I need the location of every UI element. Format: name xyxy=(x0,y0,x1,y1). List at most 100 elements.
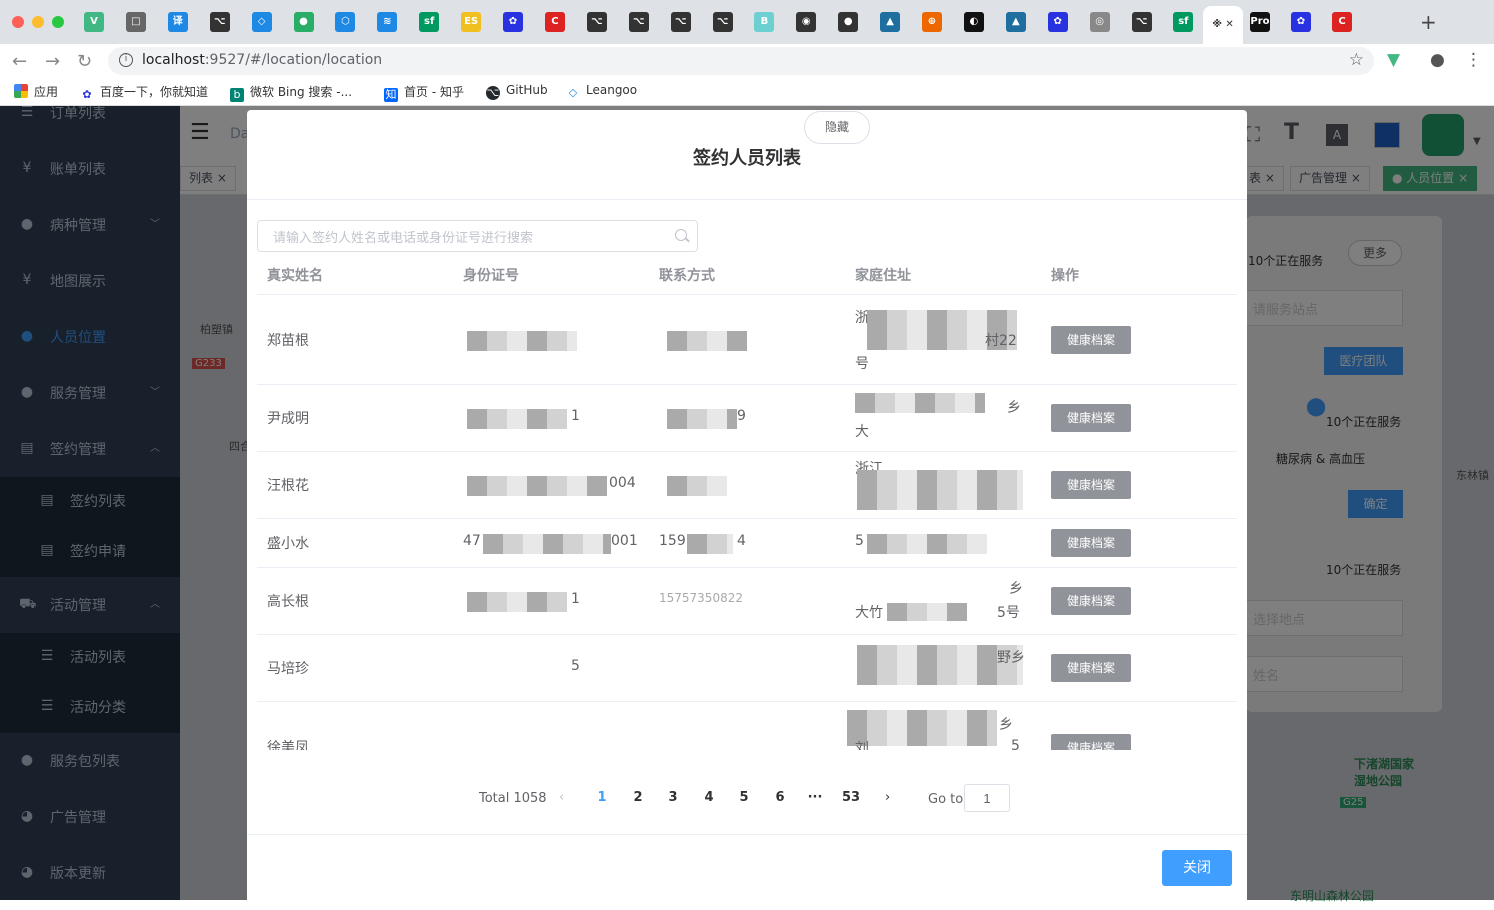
browser-tab[interactable]: ✿ xyxy=(1291,12,1311,32)
phone-cell: 4 xyxy=(737,533,746,549)
browser-tab[interactable]: ≋ xyxy=(377,12,398,32)
browser-tab-active[interactable]: ※ ✕ xyxy=(1203,6,1243,44)
table-row[interactable]: 盛小水 47 001 159 4 5 健康档案 xyxy=(257,519,1237,568)
redacted-address xyxy=(855,393,985,413)
browser-tab[interactable]: ⌥ xyxy=(670,12,691,32)
contract-people-dialog: 隐藏 签约人员列表 真实姓名 身份证号 联系方式 家庭住址 操作 郑苗根 浙 村… xyxy=(247,110,1247,910)
browser-tab[interactable]: C xyxy=(544,12,565,32)
browser-tab[interactable]: ◉ xyxy=(796,12,817,32)
close-button[interactable]: 关闭 xyxy=(1162,850,1232,886)
browser-tab[interactable]: ▲ xyxy=(1005,12,1026,32)
health-record-button[interactable]: 健康档案 xyxy=(1051,471,1131,499)
column-header[interactable]: 家庭住址 xyxy=(855,265,911,285)
table-row[interactable]: 马培珍 5 野乡 健康档案 xyxy=(257,635,1237,702)
new-tab-button[interactable]: + xyxy=(1420,10,1437,34)
health-record-button[interactable]: 健康档案 xyxy=(1051,587,1131,615)
browser-tab[interactable]: ◐ xyxy=(963,12,984,32)
table-row[interactable]: 徐美凤 乡 刘 5 健康档案 xyxy=(257,702,1237,750)
url-text[interactable]: localhost:9527/#/location/location xyxy=(142,52,382,68)
browser-tab[interactable]: ⌥ xyxy=(209,12,230,32)
minimize-window-button[interactable] xyxy=(32,16,44,28)
page-5[interactable]: 5 xyxy=(732,790,756,805)
browser-tab[interactable]: ⌥ xyxy=(712,12,733,32)
url-bar[interactable]: i localhost:9527/#/location/location ☆ xyxy=(108,47,1374,75)
page-2[interactable]: 2 xyxy=(626,790,650,805)
back-arrow-icon[interactable]: ← xyxy=(12,51,27,72)
profile-icon[interactable]: ● xyxy=(1430,50,1445,70)
goto-label: Go to xyxy=(928,792,964,807)
column-header[interactable]: 联系方式 xyxy=(659,265,715,285)
browser-tab[interactable]: B xyxy=(754,12,775,32)
browser-tab[interactable]: ⌥ xyxy=(586,12,607,32)
browser-tab[interactable]: ES xyxy=(461,12,482,32)
dialog-title: 签约人员列表 xyxy=(693,148,801,169)
more-pages[interactable]: ··· xyxy=(803,790,827,805)
browser-tab[interactable]: sf xyxy=(419,12,440,32)
table-row[interactable]: 高长根 1 15757350822 乡 大竹 5号 健康档案 xyxy=(257,568,1237,635)
bookmark-baidu[interactable]: ✿ 百度一下，你就知道 xyxy=(80,83,208,102)
page-6[interactable]: 6 xyxy=(768,790,792,805)
column-header[interactable]: 操作 xyxy=(1051,265,1079,285)
bookmark-star-icon[interactable]: ☆ xyxy=(1349,50,1364,70)
column-header[interactable]: 真实姓名 xyxy=(267,265,323,285)
bookmark-bing[interactable]: b 微软 Bing 搜索 -... xyxy=(230,83,352,102)
id-cell: 001 xyxy=(611,533,638,549)
browser-tab[interactable]: ⬡ xyxy=(335,12,356,32)
forward-arrow-icon[interactable]: → xyxy=(45,51,60,72)
browser-tab[interactable]: □ xyxy=(125,12,146,32)
browser-tab[interactable]: ● xyxy=(838,12,859,32)
menu-dots-icon[interactable]: ⋮ xyxy=(1465,50,1482,70)
browser-tab[interactable]: ⊕ xyxy=(922,12,942,32)
health-record-button[interactable]: 健康档案 xyxy=(1051,404,1131,432)
search-input[interactable] xyxy=(273,227,663,247)
health-record-button[interactable]: 健康档案 xyxy=(1051,734,1131,750)
browser-tab[interactable]: Pro xyxy=(1250,12,1270,32)
health-record-button[interactable]: 健康档案 xyxy=(1051,326,1131,354)
prev-page-icon[interactable]: ‹ xyxy=(559,790,564,805)
redacted-phone xyxy=(667,476,727,496)
browser-tab[interactable]: ▲ xyxy=(880,12,901,32)
reload-icon[interactable]: ↻ xyxy=(77,51,92,72)
health-record-button[interactable]: 健康档案 xyxy=(1051,654,1131,682)
browser-tab[interactable]: ◇ xyxy=(251,12,272,32)
page-4[interactable]: 4 xyxy=(697,790,721,805)
phone-cell: 15757350822 xyxy=(659,591,743,605)
browser-tab-bar: V□译⌥◇●⬡≋sfES✿C⌥⌥⌥⌥B◉●▲⊕◐▲✿◎⌥sf⬡※ ✕Pro✿C … xyxy=(0,0,1494,44)
browser-tab[interactable]: ✿ xyxy=(1047,12,1068,32)
browser-tab[interactable]: V xyxy=(84,12,104,32)
browser-tab[interactable]: sf xyxy=(1173,12,1194,32)
goto-page-input[interactable] xyxy=(964,784,1010,812)
close-window-button[interactable] xyxy=(12,16,24,28)
leangoo-icon: ◇ xyxy=(568,86,578,99)
info-icon[interactable]: i xyxy=(119,53,133,67)
table-row[interactable]: 郑苗根 浙 村22 号 健康档案 xyxy=(257,295,1237,385)
page-3[interactable]: 3 xyxy=(661,790,685,805)
bookmark-github[interactable]: ⌥ GitHub xyxy=(486,83,548,100)
browser-tab[interactable]: 译 xyxy=(167,12,188,32)
vue-devtools-icon[interactable]: ▼ xyxy=(1387,50,1400,70)
table-row[interactable]: 尹成明 1 9 乡 大 健康档案 xyxy=(257,385,1237,452)
next-page-icon[interactable]: › xyxy=(885,790,890,805)
browser-tab[interactable]: ✿ xyxy=(503,12,523,32)
browser-tab[interactable]: ● xyxy=(293,12,314,32)
bookmark-apps[interactable]: 应用 xyxy=(14,83,58,100)
browser-tab[interactable]: ⌥ xyxy=(628,12,649,32)
bookmark-leangoo[interactable]: ◇ Leangoo xyxy=(566,83,637,100)
address-cell: 5 xyxy=(1011,738,1020,750)
page-53[interactable]: 53 xyxy=(839,790,863,805)
hide-button[interactable]: 隐藏 xyxy=(804,111,870,144)
bookmark-zhihu[interactable]: 知首页 - 知乎 xyxy=(384,83,464,102)
browser-tab[interactable]: ⌥ xyxy=(1131,12,1152,32)
browser-tab[interactable]: C xyxy=(1332,12,1352,32)
search-icon[interactable] xyxy=(675,229,687,241)
search-box[interactable] xyxy=(257,220,698,252)
maximize-window-button[interactable] xyxy=(52,16,64,28)
column-header[interactable]: 身份证号 xyxy=(463,265,519,285)
table-row[interactable]: 汪根花 004 浙江 健康档案 xyxy=(257,452,1237,519)
health-record-button[interactable]: 健康档案 xyxy=(1051,529,1131,557)
browser-tab[interactable]: ◎ xyxy=(1089,12,1110,32)
address-bar-row: ← → ↻ i localhost:9527/#/location/locati… xyxy=(0,44,1494,78)
page-1[interactable]: 1 xyxy=(590,790,614,805)
id-cell: 1 xyxy=(571,408,580,424)
redacted-address xyxy=(847,710,997,746)
